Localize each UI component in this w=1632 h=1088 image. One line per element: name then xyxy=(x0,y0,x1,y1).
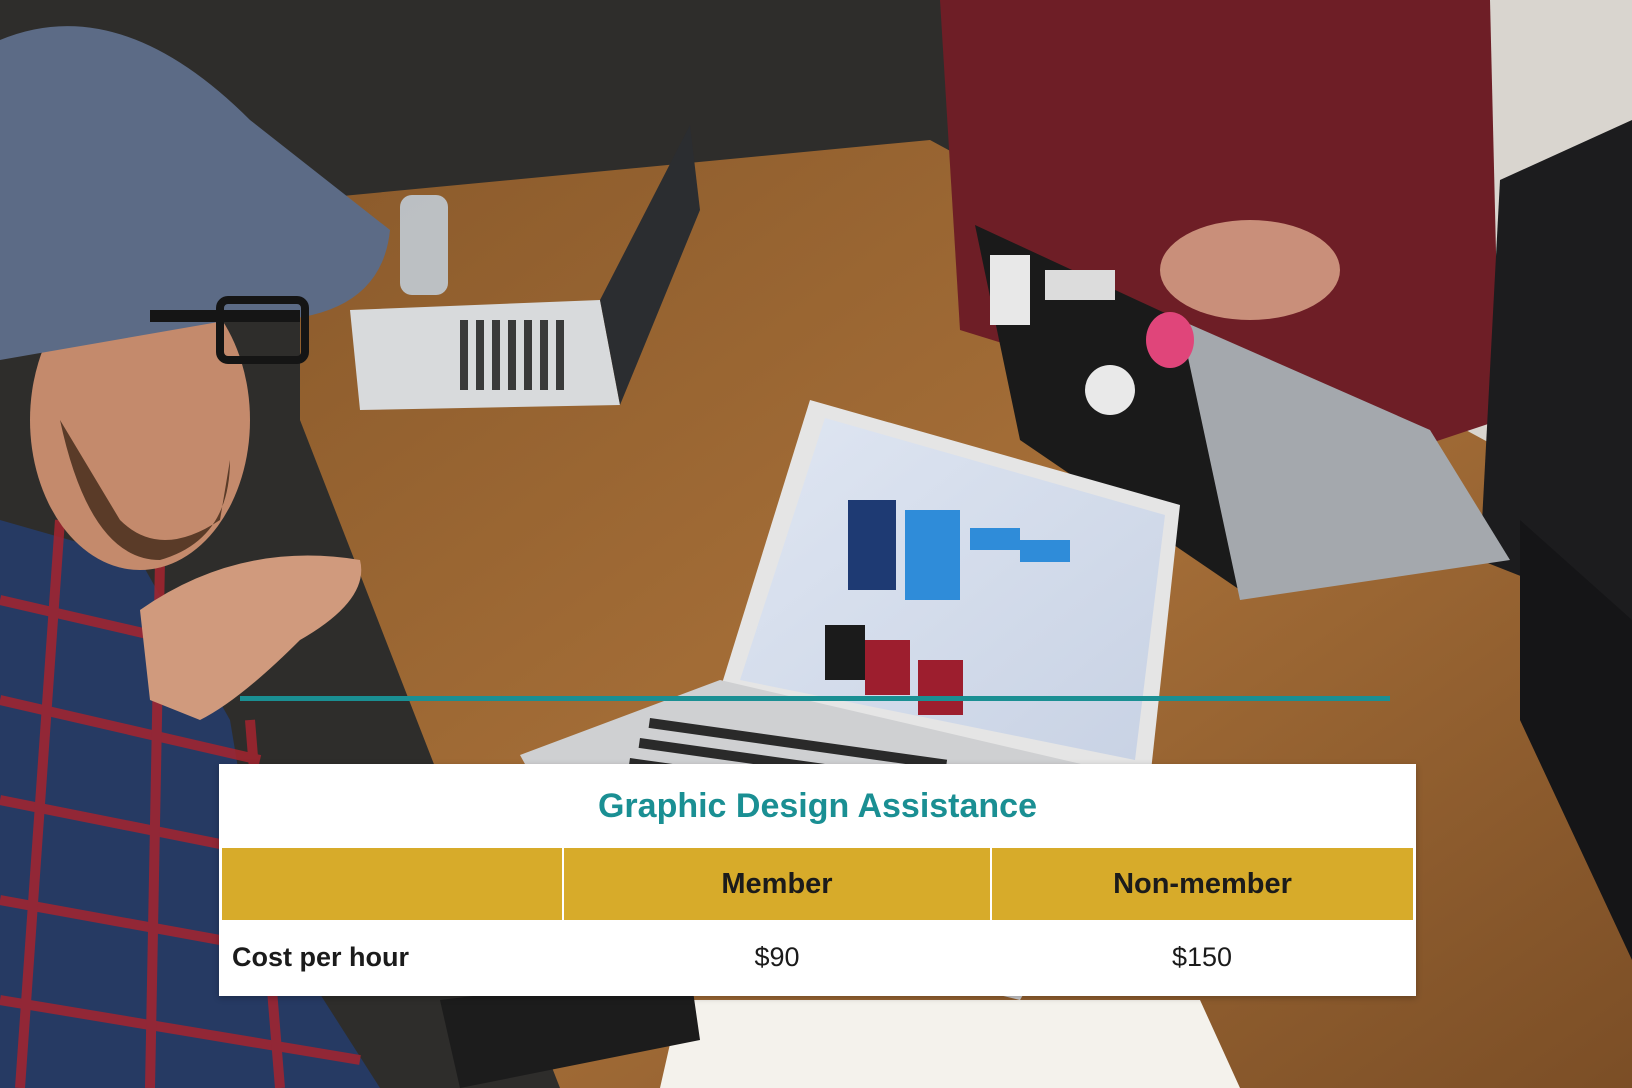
header-member: Member xyxy=(563,848,992,920)
non-member-price: $150 xyxy=(1171,941,1233,972)
member-price: $90 xyxy=(754,941,800,972)
pricing-table: Member Non-member Cost per hour $90 $150 xyxy=(222,848,1413,994)
pricing-title: Graphic Design Assistance xyxy=(597,787,1037,825)
accent-divider xyxy=(240,696,1390,701)
header-non-member: Non-member xyxy=(991,848,1413,920)
table-header-row: Member Non-member xyxy=(222,848,1413,920)
table-row: Cost per hour $90 $150 xyxy=(222,920,1413,994)
pricing-card: Graphic Design Assistance Member Non-mem… xyxy=(219,764,1416,996)
row-label-cost-per-hour: Cost per hour xyxy=(232,941,410,972)
header-empty xyxy=(222,848,564,920)
